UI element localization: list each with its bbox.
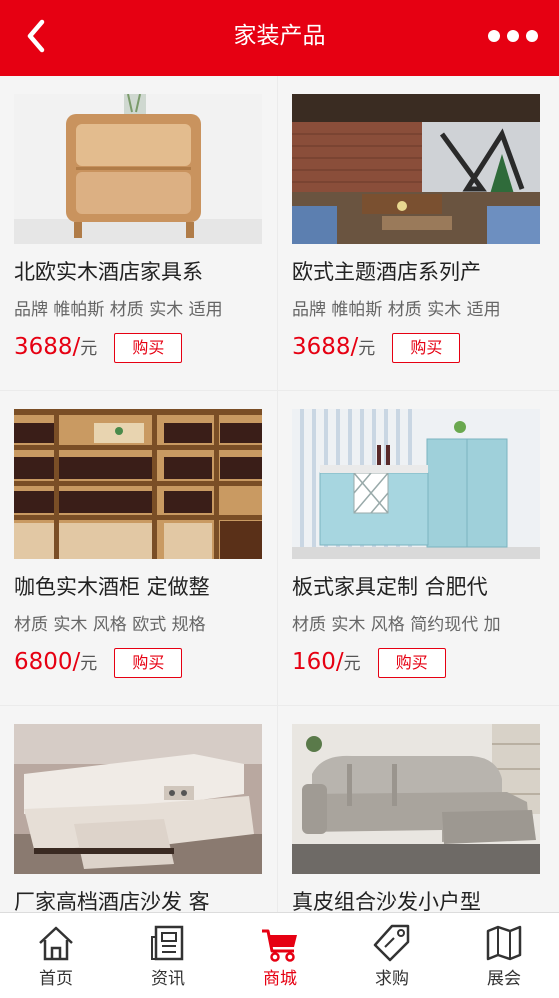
tab-home[interactable]: 首页 xyxy=(0,913,112,998)
price-unit: 元 xyxy=(80,654,98,674)
tab-mall-label: 商城 xyxy=(263,969,297,989)
product-card[interactable]: 咖色实木酒柜 定做整 材质 实木 风格 欧式 规格 6800/元 购买 xyxy=(0,391,277,705)
tab-mall[interactable]: 商城 xyxy=(224,913,336,998)
product-title[interactable]: 咖色实木酒柜 定做整 xyxy=(14,571,266,603)
tab-news[interactable]: 资讯 xyxy=(112,913,224,998)
buy-button[interactable]: 购买 xyxy=(114,333,183,363)
price-unit: 元 xyxy=(358,339,376,359)
tag-icon xyxy=(373,924,410,962)
buy-button[interactable]: 购买 xyxy=(377,648,446,678)
product-title[interactable]: 北欧实木酒店家具系 xyxy=(14,256,266,288)
price-unit: 元 xyxy=(343,654,361,674)
price-row: 160/元 购买 xyxy=(292,645,446,679)
product-image-blue-sideboard[interactable] xyxy=(292,409,540,559)
product-title[interactable]: 欧式主题酒店系列产 xyxy=(292,256,544,288)
product-desc: 材质 实木 风格 简约现代 加 xyxy=(292,615,501,635)
product-price: 160/ xyxy=(292,649,344,675)
price-row: 3688/元 购买 xyxy=(14,330,183,364)
product-price: 3688/ xyxy=(292,334,359,360)
buy-button[interactable]: 购买 xyxy=(114,648,183,678)
tab-exhibition-label: 展会 xyxy=(487,969,521,989)
product-card[interactable]: 板式家具定制 合肥代 材质 实木 风格 简约现代 加 160/元 购买 xyxy=(278,391,559,705)
product-desc: 品牌 帷帕斯 材质 实木 适用 xyxy=(14,300,223,320)
product-title[interactable]: 真皮组合沙发小户型 xyxy=(292,886,544,912)
product-desc: 品牌 帷帕斯 材质 实木 适用 xyxy=(292,300,501,320)
product-image-white-leather-sofa[interactable] xyxy=(14,724,262,874)
top-bar: 家装产品 xyxy=(0,0,559,76)
product-title[interactable]: 厂家高档酒店沙发 客 xyxy=(14,886,266,912)
news-icon xyxy=(151,925,184,961)
product-card[interactable]: 北欧实木酒店家具系 品牌 帷帕斯 材质 实木 适用 3688/元 购买 xyxy=(0,76,277,390)
product-image-nightstand[interactable] xyxy=(14,94,262,244)
page-title: 家装产品 xyxy=(233,23,326,49)
buy-button[interactable]: 购买 xyxy=(392,333,461,363)
tab-news-label: 资讯 xyxy=(151,969,185,989)
bottom-tab-bar: 首页 资讯 商城 求购 展会 xyxy=(0,912,559,998)
cart-icon xyxy=(262,929,297,962)
product-card[interactable]: 厂家高档酒店沙发 客 xyxy=(0,706,277,912)
product-image-themed-lounge[interactable] xyxy=(292,94,540,244)
tab-home-label: 首页 xyxy=(39,969,73,989)
map-icon xyxy=(486,925,522,961)
product-image-grey-leather-sofa[interactable] xyxy=(292,724,540,874)
product-image-wine-cabinet[interactable] xyxy=(14,409,262,559)
product-grid: 北欧实木酒店家具系 品牌 帷帕斯 材质 实木 适用 3688/元 购买 欧式主题… xyxy=(0,76,559,912)
price-row: 6800/元 购买 xyxy=(14,645,183,679)
tab-buy-request[interactable]: 求购 xyxy=(336,913,448,998)
tab-exhibition[interactable]: 展会 xyxy=(448,913,559,998)
tab-buy-request-label: 求购 xyxy=(375,969,409,989)
product-desc: 材质 实木 风格 欧式 规格 xyxy=(14,615,206,635)
price-unit: 元 xyxy=(80,339,98,359)
product-card[interactable]: 真皮组合沙发小户型 xyxy=(278,706,559,912)
product-price: 6800/ xyxy=(14,649,81,675)
home-icon xyxy=(39,926,73,961)
price-row: 3688/元 购买 xyxy=(292,330,461,364)
product-card[interactable]: 欧式主题酒店系列产 品牌 帷帕斯 材质 实木 适用 3688/元 购买 xyxy=(278,76,559,390)
product-title[interactable]: 板式家具定制 合肥代 xyxy=(292,571,544,603)
more-dots-icon[interactable] xyxy=(487,24,539,48)
product-price: 3688/ xyxy=(14,334,81,360)
